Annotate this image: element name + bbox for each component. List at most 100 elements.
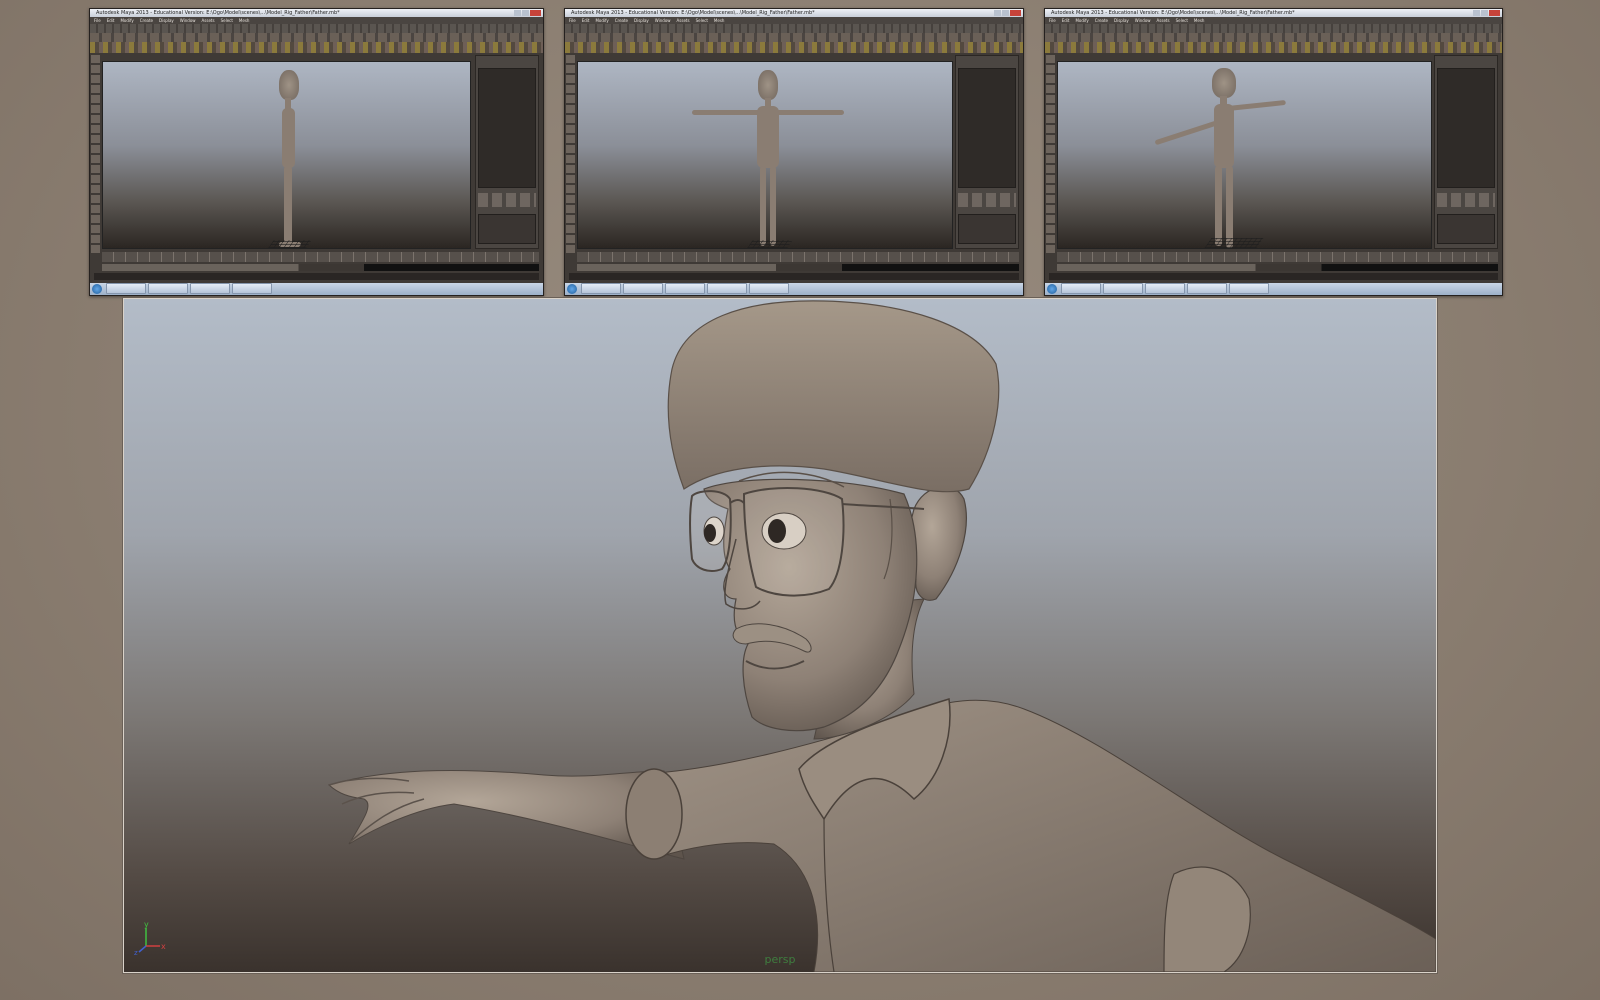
shelf-icons[interactable] bbox=[565, 42, 1023, 53]
front-viewport[interactable] bbox=[577, 61, 953, 249]
shelf-tabs[interactable] bbox=[90, 33, 543, 42]
menu-file[interactable]: File bbox=[1049, 17, 1056, 24]
range-slider[interactable] bbox=[102, 264, 539, 271]
menu-create[interactable]: Create bbox=[615, 17, 628, 24]
taskbar-item[interactable] bbox=[232, 283, 272, 294]
window-titlebar: Autodesk Maya 2013 - Educational Version… bbox=[90, 9, 543, 17]
time-slider[interactable] bbox=[1057, 252, 1498, 262]
main-menubar: File Edit Modify Create Display Window A… bbox=[90, 17, 543, 24]
menu-select[interactable]: Select bbox=[696, 17, 708, 24]
range-slider[interactable] bbox=[577, 264, 1019, 271]
status-line[interactable] bbox=[565, 24, 1023, 33]
toolbox[interactable] bbox=[91, 55, 100, 255]
menu-display[interactable]: Display bbox=[1114, 17, 1129, 24]
menu-select[interactable]: Select bbox=[1176, 17, 1188, 24]
menu-display[interactable]: Display bbox=[159, 17, 174, 24]
channel-box[interactable] bbox=[1434, 55, 1498, 249]
perspective-thumbnail-viewport[interactable] bbox=[1057, 61, 1432, 249]
menu-modify[interactable]: Modify bbox=[1075, 17, 1088, 24]
shelf-tabs[interactable] bbox=[1045, 33, 1502, 42]
time-slider[interactable] bbox=[577, 252, 1019, 262]
taskbar-item[interactable] bbox=[1103, 283, 1143, 294]
axis-y-label: y bbox=[144, 920, 149, 929]
close-icon[interactable] bbox=[1010, 10, 1021, 16]
toolbox[interactable] bbox=[566, 55, 575, 255]
start-button[interactable] bbox=[567, 284, 577, 294]
channel-box[interactable] bbox=[955, 55, 1019, 249]
menu-edit[interactable]: Edit bbox=[107, 17, 115, 24]
menu-edit[interactable]: Edit bbox=[1062, 17, 1070, 24]
taskbar-item[interactable] bbox=[106, 283, 146, 294]
start-button[interactable] bbox=[1047, 284, 1057, 294]
taskbar-item[interactable] bbox=[749, 283, 789, 294]
range-slider[interactable] bbox=[1057, 264, 1498, 271]
taskbar-item[interactable] bbox=[1061, 283, 1101, 294]
taskbar-item[interactable] bbox=[1187, 283, 1227, 294]
status-line[interactable] bbox=[90, 24, 543, 33]
status-line[interactable] bbox=[1045, 24, 1502, 33]
menu-display[interactable]: Display bbox=[634, 17, 649, 24]
channel-box-panel[interactable] bbox=[958, 68, 1016, 188]
menu-window[interactable]: Window bbox=[655, 17, 671, 24]
layer-editor[interactable] bbox=[478, 214, 536, 244]
layer-editor-tabs[interactable] bbox=[1437, 193, 1495, 207]
channel-box-panel[interactable] bbox=[1437, 68, 1495, 188]
command-line[interactable] bbox=[569, 273, 1019, 280]
command-line[interactable] bbox=[94, 273, 539, 280]
menu-mesh[interactable]: Mesh bbox=[239, 17, 250, 24]
shelf-icons[interactable] bbox=[90, 42, 543, 53]
layer-editor[interactable] bbox=[958, 214, 1016, 244]
menu-assets[interactable]: Assets bbox=[1157, 17, 1170, 24]
maximize-icon[interactable] bbox=[1002, 10, 1009, 16]
taskbar-item[interactable] bbox=[1229, 283, 1269, 294]
menu-assets[interactable]: Assets bbox=[202, 17, 215, 24]
window-controls[interactable] bbox=[1473, 10, 1500, 16]
menu-mesh[interactable]: Mesh bbox=[714, 17, 725, 24]
menu-select[interactable]: Select bbox=[221, 17, 233, 24]
layer-editor-tabs[interactable] bbox=[958, 193, 1016, 207]
time-slider[interactable] bbox=[102, 252, 539, 262]
menu-mesh[interactable]: Mesh bbox=[1194, 17, 1205, 24]
menu-file[interactable]: File bbox=[94, 17, 101, 24]
minimize-icon[interactable] bbox=[994, 10, 1001, 16]
menu-edit[interactable]: Edit bbox=[582, 17, 590, 24]
close-icon[interactable] bbox=[530, 10, 541, 16]
menu-file[interactable]: File bbox=[569, 17, 576, 24]
taskbar-item[interactable] bbox=[1145, 283, 1185, 294]
channel-box-panel[interactable] bbox=[478, 68, 536, 188]
layer-editor-tabs[interactable] bbox=[478, 193, 536, 207]
channel-box[interactable] bbox=[475, 55, 539, 249]
shelf-tabs[interactable] bbox=[565, 33, 1023, 42]
taskbar-item[interactable] bbox=[148, 283, 188, 294]
character-head bbox=[758, 70, 778, 100]
taskbar-item[interactable] bbox=[665, 283, 705, 294]
shelf-icons[interactable] bbox=[1045, 42, 1502, 53]
menu-window[interactable]: Window bbox=[1135, 17, 1151, 24]
close-icon[interactable] bbox=[1489, 10, 1500, 16]
side-viewport[interactable] bbox=[102, 61, 471, 249]
toolbox[interactable] bbox=[1046, 55, 1055, 255]
window-controls[interactable] bbox=[514, 10, 541, 16]
maximize-icon[interactable] bbox=[522, 10, 529, 16]
menu-modify[interactable]: Modify bbox=[595, 17, 608, 24]
character-arm-left bbox=[1154, 120, 1219, 146]
taskbar-item[interactable] bbox=[581, 283, 621, 294]
taskbar-item[interactable] bbox=[190, 283, 230, 294]
layer-editor[interactable] bbox=[1437, 214, 1495, 244]
start-button[interactable] bbox=[92, 284, 102, 294]
menu-assets[interactable]: Assets bbox=[677, 17, 690, 24]
menu-create[interactable]: Create bbox=[140, 17, 153, 24]
window-title: Autodesk Maya 2013 - Educational Version… bbox=[1051, 10, 1295, 16]
command-line[interactable] bbox=[1049, 273, 1498, 280]
taskbar-item[interactable] bbox=[623, 283, 663, 294]
minimize-icon[interactable] bbox=[1473, 10, 1480, 16]
menu-window[interactable]: Window bbox=[180, 17, 196, 24]
menu-modify[interactable]: Modify bbox=[120, 17, 133, 24]
window-titlebar: Autodesk Maya 2013 - Educational Version… bbox=[565, 9, 1023, 17]
menu-create[interactable]: Create bbox=[1095, 17, 1108, 24]
perspective-viewport[interactable]: y x z persp bbox=[123, 298, 1437, 973]
taskbar-item[interactable] bbox=[707, 283, 747, 294]
maximize-icon[interactable] bbox=[1481, 10, 1488, 16]
window-controls[interactable] bbox=[994, 10, 1021, 16]
minimize-icon[interactable] bbox=[514, 10, 521, 16]
